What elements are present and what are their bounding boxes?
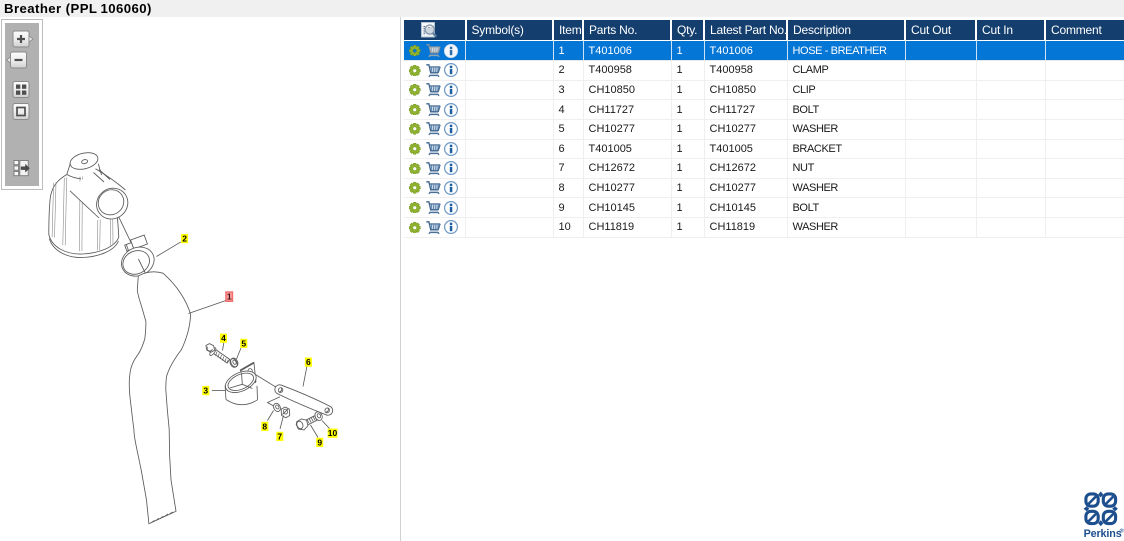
svg-text:3: 3 (203, 386, 208, 396)
svg-text:8: 8 (262, 421, 267, 431)
svg-text:1: 1 (227, 292, 232, 302)
svg-text:Perkins: Perkins (1084, 528, 1122, 540)
svg-text:6: 6 (306, 357, 311, 367)
svg-text:7: 7 (277, 431, 282, 441)
svg-text:®: ® (1120, 528, 1124, 535)
svg-text:4: 4 (221, 333, 226, 343)
svg-text:10: 10 (328, 428, 338, 438)
svg-text:2: 2 (182, 234, 187, 244)
svg-text:9: 9 (317, 437, 322, 447)
svg-text:5: 5 (241, 338, 246, 348)
